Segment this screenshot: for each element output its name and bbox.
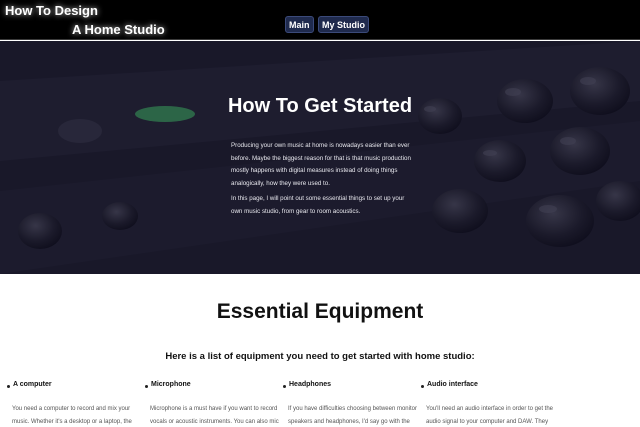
equipment-item-title: A computer xyxy=(13,381,52,388)
hero-paragraph-purpose: In this page, I will point out some esse… xyxy=(231,195,405,215)
hero-paragraph-intro: Producing your own music at home is nowa… xyxy=(231,142,411,187)
equipment-item-headphones: Headphones If you have difficulties choo… xyxy=(283,381,418,425)
equipment-section-subtitle: Here is a list of equipment you need to … xyxy=(165,351,475,362)
equipment-item-text: Microphone is a must have if you want to… xyxy=(150,406,279,425)
equipment-item-title: Microphone xyxy=(151,381,191,388)
hero-section: How To Get Started Producing your own mu… xyxy=(0,41,640,274)
equipment-section-title: Essential Equipment xyxy=(216,300,424,323)
equipment-item-title: Audio interface xyxy=(427,381,478,388)
site-header: How To Design A Home Studio Main My Stud… xyxy=(0,0,640,40)
site-logo-line2[interactable]: A Home Studio xyxy=(72,22,165,37)
bullet-icon xyxy=(7,385,10,388)
equipment-item-title: Headphones xyxy=(289,381,332,388)
nav-my-studio-button[interactable]: My Studio xyxy=(318,16,369,33)
equipment-item-text: You need a computer to record and mix yo… xyxy=(12,406,132,425)
equipment-item-text: You'll need an audio interface in order … xyxy=(426,406,554,425)
hero-title: How To Get Started xyxy=(227,95,413,117)
site-logo-line1[interactable]: How To Design xyxy=(5,3,98,18)
bullet-icon xyxy=(145,385,148,388)
equipment-item-text: If you have difficulties choosing betwee… xyxy=(288,406,417,425)
equipment-item-microphone: Microphone Microphone is a must have if … xyxy=(145,381,280,425)
bullet-icon xyxy=(283,385,286,388)
bullet-icon xyxy=(421,385,424,388)
nav-main-button[interactable]: Main xyxy=(285,16,314,33)
equipment-item-audio-interface: Audio interface You'll need an audio int… xyxy=(421,381,556,425)
equipment-item-computer: A computer You need a computer to record… xyxy=(7,381,142,425)
